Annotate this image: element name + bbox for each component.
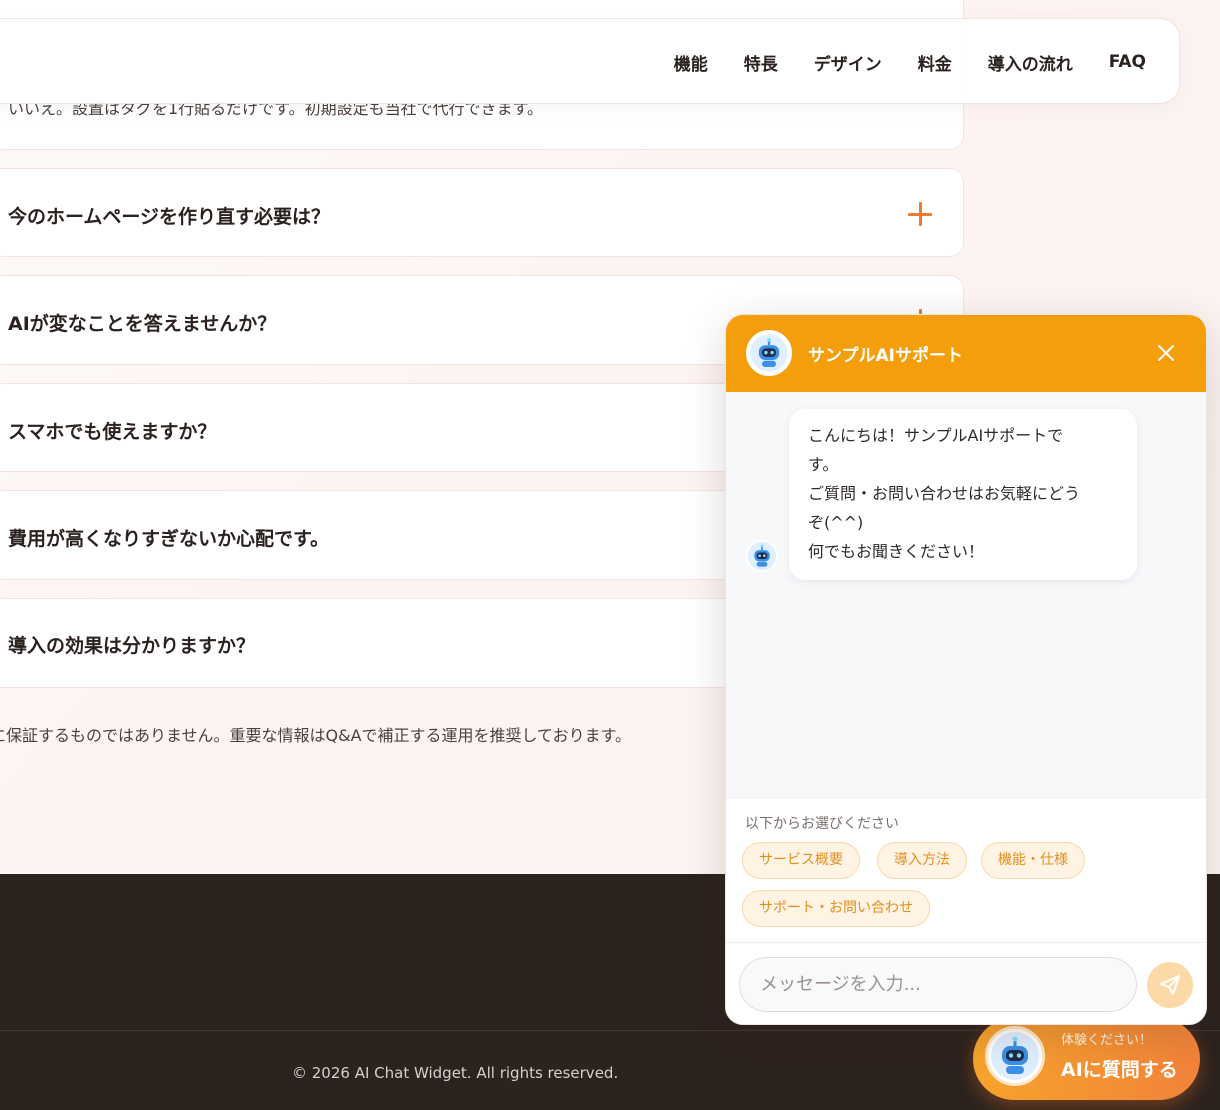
launcher-main-label: AIに質問する [1061, 1059, 1178, 1081]
chat-title: サンプルAIサポート [808, 346, 963, 366]
robot-avatar-icon [746, 330, 792, 376]
nav-link-features[interactable]: 機能 [674, 50, 708, 75]
message-line: ぞ(^^) [808, 513, 864, 532]
nav-link-faq[interactable]: FAQ [1109, 52, 1146, 72]
copyright-text: © 2026 AI Chat Widget. All rights reserv… [292, 1064, 619, 1082]
quick-reply-support[interactable]: サポート・お問い合わせ [742, 890, 930, 927]
robot-avatar-icon [746, 540, 778, 572]
send-button[interactable] [1147, 962, 1193, 1008]
faq-question: AIが変なことを答えませんか？ [8, 313, 277, 335]
nav-link-flow[interactable]: 導入の流れ [988, 50, 1073, 75]
quick-reply-service-overview[interactable]: サービス概要 [742, 842, 860, 879]
bot-message-bubble: こんにちは！サンプルAIサポートで す。 ご質問・お問い合わせはお気軽にどう ぞ… [789, 409, 1137, 580]
close-icon[interactable] [1156, 343, 1176, 363]
nav-link-strengths[interactable]: 特長 [744, 50, 778, 75]
faq-question: スマホでも使えますか？ [8, 421, 217, 443]
faq-disclaimer: に保証するものではありません。重要な情報はQ&Aで補正する運用を推奨しております… [0, 726, 631, 745]
nav-link-design[interactable]: デザイン [814, 50, 882, 75]
quick-reply-features[interactable]: 機能・仕様 [981, 842, 1085, 879]
message-line: こんにちは！サンプルAIサポートで [808, 426, 1064, 445]
quick-replies: 以下からお選びください サービス概要 導入方法 機能・仕様 サポート・お問い合わ… [726, 797, 1206, 942]
chat-launcher-button[interactable]: 体験ください！ AIに質問する [973, 1018, 1200, 1100]
message-line: す。 [808, 455, 839, 474]
send-icon [1160, 975, 1180, 995]
plus-icon[interactable] [908, 202, 932, 226]
message-line: ご質問・お問い合わせはお気軽にどう [808, 484, 1081, 503]
faq-question: 導入の効果は分かりますか？ [8, 635, 256, 657]
main-nav: 機能 特長 デザイン 料金 導入の流れ FAQ [674, 19, 1146, 105]
message-input[interactable] [739, 957, 1137, 1012]
quick-reply-setup[interactable]: 導入方法 [877, 842, 967, 879]
chat-input-area [726, 942, 1206, 1024]
faq-question: 費用が高くなりすぎないか心配です。 [8, 528, 330, 550]
site-header: 機能 特長 デザイン 料金 導入の流れ FAQ [0, 18, 1180, 104]
faq-item[interactable]: 今のホームページを作り直す必要は？ [0, 168, 964, 257]
robot-avatar-icon [985, 1026, 1045, 1086]
launcher-sub-label: 体験ください！ [1061, 1033, 1153, 1048]
chat-widget: サンプルAIサポート こんにちは！サンプルAIサポートで す。 ご質問・お問い合… [725, 314, 1207, 1025]
chat-messages: こんにちは！サンプルAIサポートで す。 ご質問・お問い合わせはお気軽にどう ぞ… [726, 392, 1206, 797]
faq-question: 今のホームページを作り直す必要は？ [8, 206, 331, 228]
nav-link-pricing[interactable]: 料金 [918, 50, 952, 75]
chat-header: サンプルAIサポート [726, 315, 1206, 392]
message-line: 何でもお聞きください！ [808, 542, 985, 561]
quick-replies-label: 以下からお選びください [745, 816, 899, 832]
